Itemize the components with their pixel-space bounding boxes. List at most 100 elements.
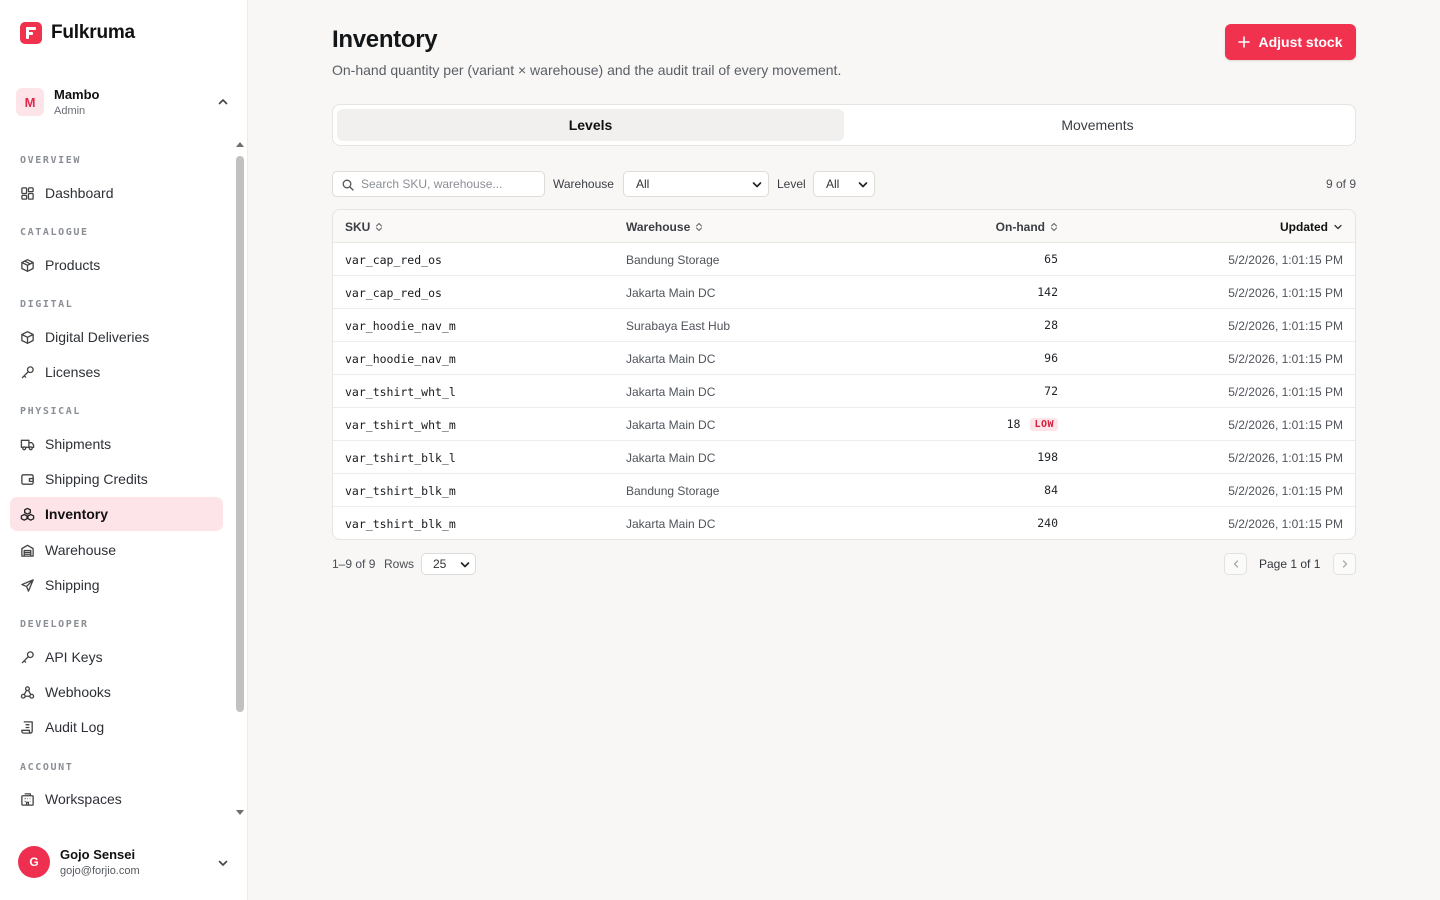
section-label-physical: PHYSICAL [20,406,81,417]
sidebar-item-licenses[interactable]: Licenses [10,355,223,389]
cell-warehouse: Jakarta Main DC [626,385,716,399]
sidebar-item-label: Products [45,257,101,273]
sidebar-scrollbar[interactable] [234,142,246,820]
column-header-on-hand[interactable]: On-hand [996,220,1058,234]
column-header-label: Updated [1280,220,1328,234]
brand-name: Fulkruma [51,22,135,43]
rows-per-page-select[interactable]: 25 [421,553,476,575]
filter-bar: Warehouse All Level All 9 of 9 [332,171,1356,197]
adjust-stock-button[interactable]: Adjust stock [1225,24,1356,60]
sidebar-item-shipments[interactable]: Shipments [10,427,223,461]
sidebar-item-shipping-credits[interactable]: Shipping Credits [10,462,223,496]
cell-updated: 5/2/2026, 1:01:15 PM [1228,517,1343,531]
table-header: SKU Warehouse On-hand Updated [333,210,1355,243]
on-hand-value: 142 [1037,285,1058,299]
cell-warehouse: Jakarta Main DC [626,286,716,300]
sidebar-item-label: Digital Deliveries [45,329,150,345]
section-label-catalogue: CATALOGUE [20,227,89,238]
scroll-down-arrow-icon[interactable] [236,810,244,815]
plus-icon [1238,36,1251,48]
cell-warehouse: Jakarta Main DC [626,451,716,465]
cell-updated: 5/2/2026, 1:01:15 PM [1228,253,1343,267]
sidebar-item-warehouse[interactable]: Warehouse [10,533,223,567]
sidebar-item-webhooks[interactable]: Webhooks [10,675,223,709]
next-page-button[interactable] [1333,553,1356,575]
sidebar-item-shipping[interactable]: Shipping [10,568,223,602]
on-hand-value: 72 [1044,384,1058,398]
sidebar-item-label: Dashboard [45,185,114,201]
table-row[interactable]: var_tshirt_blk_m Bandung Storage 84 5/2/… [333,474,1355,507]
cell-updated: 5/2/2026, 1:01:15 PM [1228,319,1343,333]
webhook-icon [20,685,35,699]
sidebar-item-products[interactable]: Products [10,248,223,282]
chevron-down-icon [460,562,470,568]
workspace-name: Mambo [54,87,100,102]
page-title: Inventory [332,26,438,53]
result-count: 9 of 9 [1325,177,1356,191]
table-row[interactable]: var_hoodie_nav_m Surabaya East Hub 28 5/… [333,309,1355,342]
sort-icon [376,222,383,232]
adjust-stock-label: Adjust stock [1258,34,1343,50]
pagination-range: 1–9 of 9 [332,557,376,571]
table-row[interactable]: var_tshirt_wht_m Jakarta Main DC 18 LOW 5… [333,408,1355,441]
workspace-switcher[interactable]: M Mambo Admin [16,84,232,120]
tab-levels[interactable]: Levels [337,109,844,141]
low-stock-badge: LOW [1030,417,1058,431]
key-icon [21,650,34,663]
workspace-role: Admin [54,105,86,117]
section-label-digital: DIGITAL [20,299,74,310]
table-row[interactable]: var_cap_red_os Bandung Storage 65 5/2/20… [333,243,1355,276]
search-input[interactable] [361,172,541,196]
sort-icon [696,222,703,232]
sidebar-item-inventory[interactable]: Inventory [10,497,223,531]
wallet-icon [21,473,34,485]
cell-warehouse: Surabaya East Hub [626,319,731,333]
cell-sku: var_tshirt_blk_m [345,484,456,498]
sidebar-item-dashboard[interactable]: Dashboard [10,176,223,210]
cell-on-hand: 18 LOW [1007,417,1058,431]
sidebar-item-workspaces[interactable]: Workspaces [10,782,223,816]
table-row[interactable]: var_tshirt_blk_m Jakarta Main DC 240 5/2… [333,507,1355,539]
user-menu[interactable]: G Gojo Sensei gojo@forjio.com [18,845,232,879]
on-hand-value: 198 [1037,450,1058,464]
user-name: Gojo Sensei [60,847,136,862]
sidebar-item-audit-log[interactable]: Audit Log [10,710,223,744]
on-hand-value: 84 [1044,483,1058,497]
tab-movements[interactable]: Movements [844,109,1351,141]
sidebar-item-digital-deliveries[interactable]: Digital Deliveries [10,320,223,354]
table-row[interactable]: var_tshirt_blk_l Jakarta Main DC 198 5/2… [333,441,1355,474]
warehouse-filter-select[interactable]: All [623,171,769,197]
scroll-thumb[interactable] [236,156,244,712]
section-label-account: ACCOUNT [20,762,74,773]
previous-page-button[interactable] [1224,553,1247,575]
cell-warehouse: Jakarta Main DC [626,517,716,531]
cell-sku: var_cap_red_os [345,253,442,267]
cell-warehouse: Bandung Storage [626,484,720,498]
table-row[interactable]: var_tshirt_wht_l Jakarta Main DC 72 5/2/… [333,375,1355,408]
sidebar-item-label: Workspaces [45,791,122,807]
pagination: 1–9 of 9 Rows 25 Page 1 of 1 [332,553,1356,575]
workspace-avatar: M [16,88,44,116]
chevron-down-icon [218,860,228,866]
level-filter-select[interactable]: All [813,171,875,197]
table-row[interactable]: var_hoodie_nav_m Jakarta Main DC 96 5/2/… [333,342,1355,375]
sidebar-item-label: Warehouse [45,542,117,558]
scroll-up-arrow-icon[interactable] [236,142,244,147]
brand[interactable]: Fulkruma [20,22,135,44]
sidebar-item-label: Webhooks [45,684,111,700]
on-hand-value: 65 [1044,252,1058,266]
rows-per-page-label: Rows [384,557,415,571]
on-hand-value: 240 [1037,516,1058,530]
send-icon [21,578,34,592]
table-row[interactable]: var_cap_red_os Jakarta Main DC 142 5/2/2… [333,276,1355,309]
search-box[interactable] [332,171,545,197]
cell-warehouse: Bandung Storage [626,253,720,267]
column-header-warehouse[interactable]: Warehouse [626,220,703,234]
sidebar-item-label: Shipping [45,577,100,593]
sidebar-item-api-keys[interactable]: API Keys [10,640,223,674]
column-header-sku[interactable]: SKU [345,220,383,234]
column-header-updated[interactable]: Updated [1280,220,1343,234]
cell-sku: var_tshirt_blk_m [345,517,456,531]
warehouse-icon [21,544,34,557]
column-header-label: On-hand [995,220,1045,234]
